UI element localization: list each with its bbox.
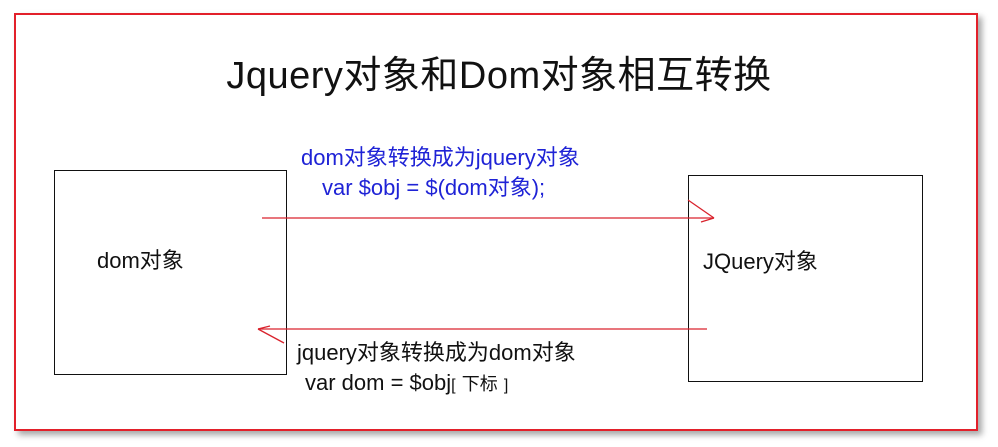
dom-to-jquery-caption: dom对象转换成为jquery对象 [301, 145, 580, 170]
jquery-to-dom-code: var dom = $obj [305, 370, 452, 395]
jquery-to-dom-code-line: var dom = $obj[ 下标 ] [297, 368, 576, 401]
dom-to-jquery-code: var $obj = $(dom对象); [322, 175, 546, 200]
dom-to-jquery-note: dom对象转换成为jquery对象 var $obj = $(dom对象); [301, 143, 580, 203]
jquery-to-dom-caption: jquery对象转换成为dom对象 [297, 340, 576, 365]
index-label: 下标 [461, 374, 498, 394]
index-open-bracket: [ [451, 377, 456, 394]
jquery-to-dom-note: jquery对象转换成为dom对象 var dom = $obj[ 下标 ] [297, 338, 576, 401]
index-close-bracket: ] [503, 377, 509, 394]
dom-to-jquery-arrow [262, 199, 715, 223]
